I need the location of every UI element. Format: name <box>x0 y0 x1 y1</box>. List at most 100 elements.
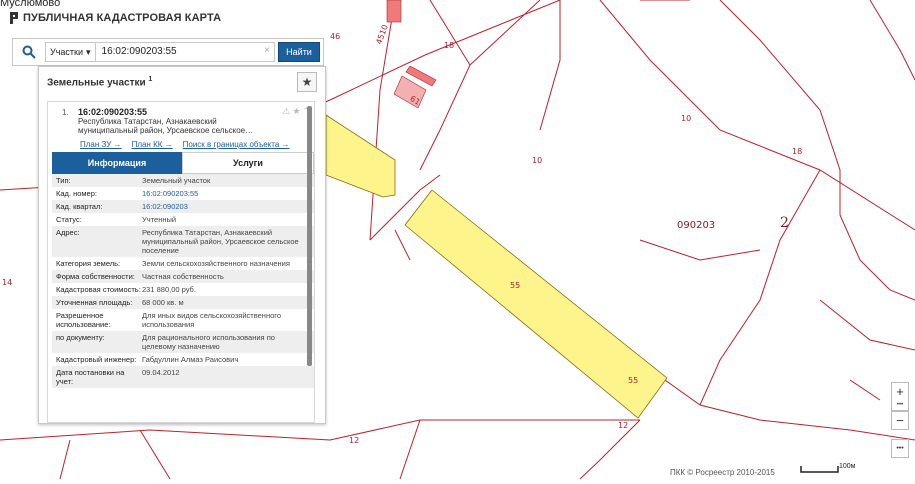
search-input[interactable]: 16:02:090203:55 × <box>95 42 275 62</box>
info-value: Частная собственность <box>142 272 224 281</box>
info-value: Для иных видов сельскохозяйственного исп… <box>142 311 281 329</box>
zoom-out-button[interactable]: − <box>892 412 908 429</box>
tab-info[interactable]: Информация <box>52 152 182 174</box>
info-row: Статус: Учтенный <box>52 213 314 226</box>
zoom-more-icon[interactable]: ••• <box>892 400 908 410</box>
info-row: Кадастровая стоимость: 231 880,00 руб. <box>52 283 314 296</box>
boundary-line <box>639 239 761 261</box>
search-icon[interactable] <box>13 39 45 65</box>
parcel-label: 10 <box>532 156 543 165</box>
info-value: Учтенный <box>142 215 177 224</box>
boundary-line <box>329 0 561 101</box>
boundary-line <box>539 0 561 131</box>
info-table: Тип: Земельный участок Кад. номер: 16:02:0… <box>52 174 314 388</box>
favorites-button[interactable]: ★ <box>297 72 317 92</box>
info-row: Категория земель: Земли сельскохозяйствен… <box>52 257 314 270</box>
info-row: Форма собственности: Частная собственност… <box>52 270 314 283</box>
card-icons: ⚠ ★ ⌃ <box>282 106 310 117</box>
info-value[interactable]: 16:02:090203 <box>142 202 310 211</box>
scale-label: 100м <box>839 463 856 470</box>
info-value[interactable]: 16:02:090203:55 <box>142 189 310 198</box>
search-type-label: Участки <box>50 47 83 57</box>
menu-control: ••• <box>891 439 909 458</box>
boundary-line <box>599 0 915 231</box>
parcel-label: 55 <box>628 376 639 385</box>
find-button[interactable]: Найти <box>278 42 320 62</box>
item-number: 1. <box>62 108 69 117</box>
boundary-line <box>0 429 331 441</box>
cad-number[interactable]: 16:02:090203:55 <box>78 107 147 117</box>
parcel-label: 14 <box>2 278 13 287</box>
boundary-line <box>699 169 821 406</box>
boundary-line <box>419 0 471 171</box>
zoom-in-button[interactable]: + <box>892 383 908 400</box>
star-icon: ★ <box>301 75 313 89</box>
boundary-line <box>839 214 915 301</box>
clear-icon[interactable]: × <box>264 45 270 56</box>
app-header: ПУБЛИЧНАЯ КАДАСТРОВАЯ КАРТА <box>10 12 221 24</box>
boundary-line <box>819 299 915 351</box>
tab-services[interactable]: Услуги <box>182 152 314 174</box>
info-key: Кадастровая стоимость: <box>56 285 141 294</box>
parcel-label: 10 <box>681 114 692 123</box>
info-key: Кад. номер: <box>56 189 97 198</box>
parcel-label: 46 <box>330 32 341 41</box>
info-value: Республика Татарстан, Азнакаевский муниц… <box>142 228 299 255</box>
info-key: Адрес: <box>56 228 80 237</box>
card-tabs: Информация Услуги <box>52 152 314 174</box>
boundary-line <box>399 419 421 480</box>
results-panel: Земельные участки 1 ★ 1. 16:02:090203:55… <box>38 66 326 424</box>
plan-zu-link[interactable]: План ЗУ → <box>80 140 122 149</box>
info-key: Форма собственности: <box>56 272 135 281</box>
plan-kk-link[interactable]: План КК → <box>132 140 173 149</box>
warning-icon[interactable]: ⚠ <box>282 106 290 117</box>
search-type-select[interactable]: Участки ▾ <box>45 42 96 62</box>
info-key: Разрешенное использование: <box>56 311 111 329</box>
info-key: Кадастровый инженер: <box>56 355 137 364</box>
info-key: Дата постановки на учет: <box>56 368 125 386</box>
boundary-line <box>59 439 71 480</box>
more-icon[interactable]: ••• <box>892 440 908 457</box>
info-row: Разрешенное использование: Для иных видов… <box>52 309 314 331</box>
parcel-label: 18 <box>792 147 803 156</box>
panel-title: Земельные участки 1 <box>47 76 152 88</box>
info-row: Адрес: Республика Татарстан, Азнакаевский… <box>52 226 314 257</box>
app-title: ПУБЛИЧНАЯ КАДАСТРОВАЯ КАРТА <box>23 12 222 24</box>
info-key: Статус: <box>56 215 82 224</box>
info-value: 68 000 кв. м <box>142 298 184 307</box>
search-query: 16:02:090203:55 <box>101 46 177 57</box>
parcel-label: 18 <box>444 41 455 50</box>
info-key: Категория земель: <box>56 259 121 268</box>
card-address: Республика Татарстан, Азнакаевский муниц… <box>78 117 254 135</box>
info-row: по документу: Для рационального использов… <box>52 331 314 353</box>
info-row: Кад. номер: 16:02:090203:55 <box>52 187 314 200</box>
search-bar: Участки ▾ 16:02:090203:55 × Найти <box>12 38 324 66</box>
boundary-line <box>664 379 915 441</box>
building[interactable] <box>386 0 402 23</box>
info-value: 09.04.2012 <box>142 368 180 377</box>
info-key: по документу: <box>56 333 105 342</box>
district-label: 2 <box>780 215 789 231</box>
info-row: Тип: Земельный участок <box>52 174 314 187</box>
parcel-label: 55 <box>510 281 521 290</box>
info-value: Земли сельскохозяйственного назначения <box>142 259 290 268</box>
parcel-label: 12 <box>349 436 360 445</box>
neighbour-parcel[interactable] <box>325 114 396 198</box>
panel-header: Земельные участки 1 ★ <box>39 67 325 97</box>
village-label: Муслюмово <box>0 0 61 9</box>
panel-title-text: Земельные участки <box>47 77 146 89</box>
search-in-bounds-link[interactable]: Поиск в границах объекта → <box>183 140 290 149</box>
info-key: Тип: <box>56 176 71 185</box>
boundary-line <box>579 419 641 480</box>
boundary-line <box>394 229 411 261</box>
info-row: Кад. квартал: 16:02:090203 <box>52 200 314 213</box>
info-value: 231 880,00 руб. <box>142 285 196 294</box>
boundary-line <box>849 379 881 401</box>
boundary-line <box>869 0 915 81</box>
info-row: Дата постановки на учет: 09.04.2012 <box>52 366 314 388</box>
logo-icon <box>10 12 18 24</box>
panel-scrollbar[interactable] <box>307 106 312 366</box>
card-links: План ЗУ → План КК → Поиск в границах объ… <box>80 140 290 149</box>
info-row: Кадастровый инженер: Габдуллин Алмаз Раис… <box>52 353 314 366</box>
star-icon[interactable]: ★ <box>292 106 300 117</box>
